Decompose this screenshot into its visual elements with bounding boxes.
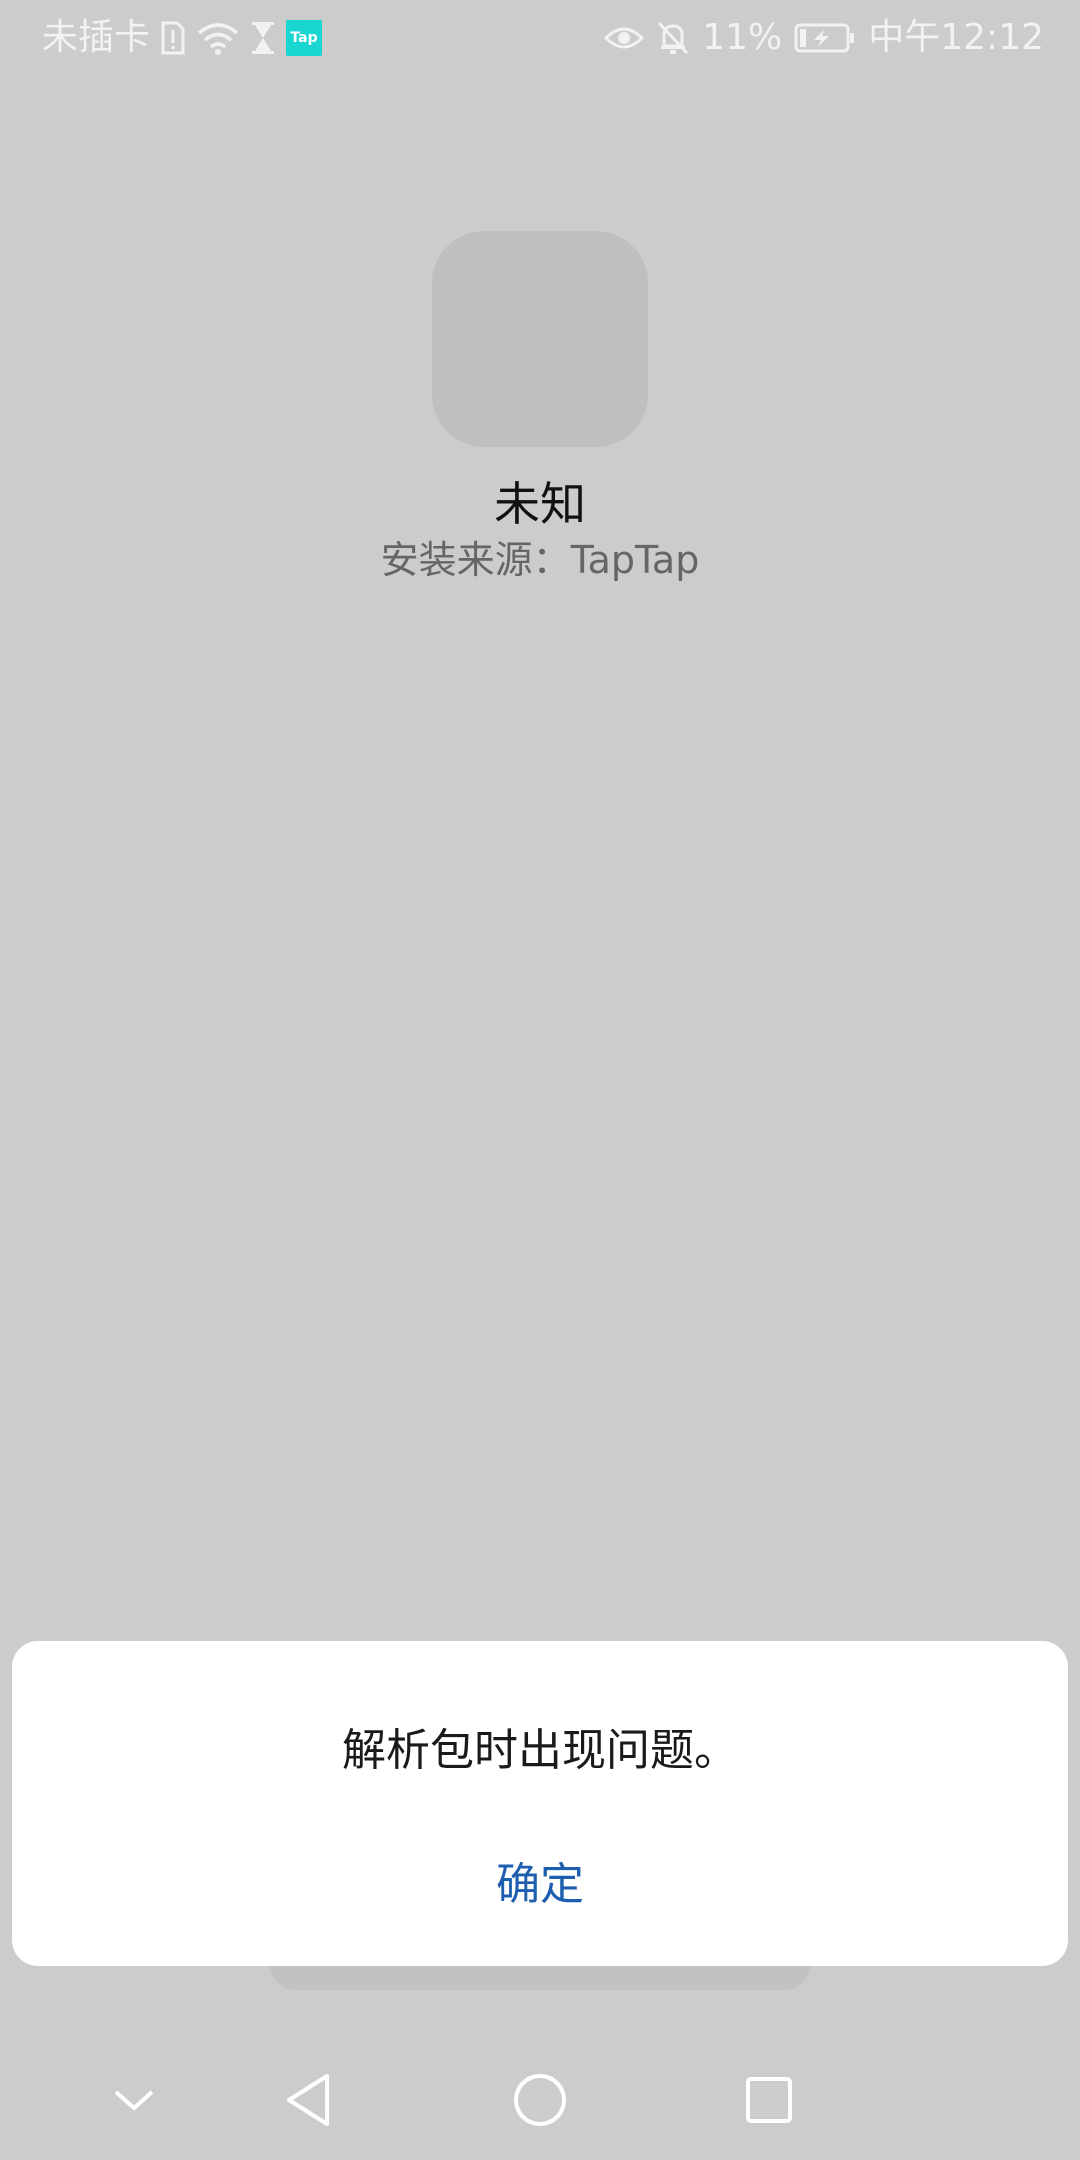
clock: 中午12:12 [868,17,1044,58]
ok-button[interactable]: 确定 [390,1849,690,1921]
eye-icon [604,23,645,53]
carrier-label: 未插卡 [42,17,151,58]
status-bar: 未插卡 Tap 11% 中午12:12 [0,0,1080,76]
navigation-bar [0,2040,1080,2160]
home-icon[interactable] [500,2060,580,2140]
battery-percent: 11% [702,17,783,58]
sim-alert-icon [160,21,186,55]
hourglass-icon [250,21,276,55]
wifi-icon [196,21,240,55]
taptap-icon: Tap [286,20,323,56]
install-source: 安装来源：TapTap [380,538,700,582]
status-left: 未插卡 Tap [42,14,323,62]
app-name: 未知 [494,477,586,531]
bell-off-icon [656,20,690,56]
status-right: 11% 中午12:12 [604,14,1044,62]
chevron-down-icon[interactable] [94,2060,174,2140]
error-dialog: 解析包时出现问题。 确定 [12,1641,1068,1966]
back-icon[interactable] [268,2060,348,2140]
app-icon [432,231,648,447]
recents-icon[interactable] [729,2060,809,2140]
battery-charging-icon [794,23,856,53]
dialog-message: 解析包时出现问题。 [342,1725,738,1776]
